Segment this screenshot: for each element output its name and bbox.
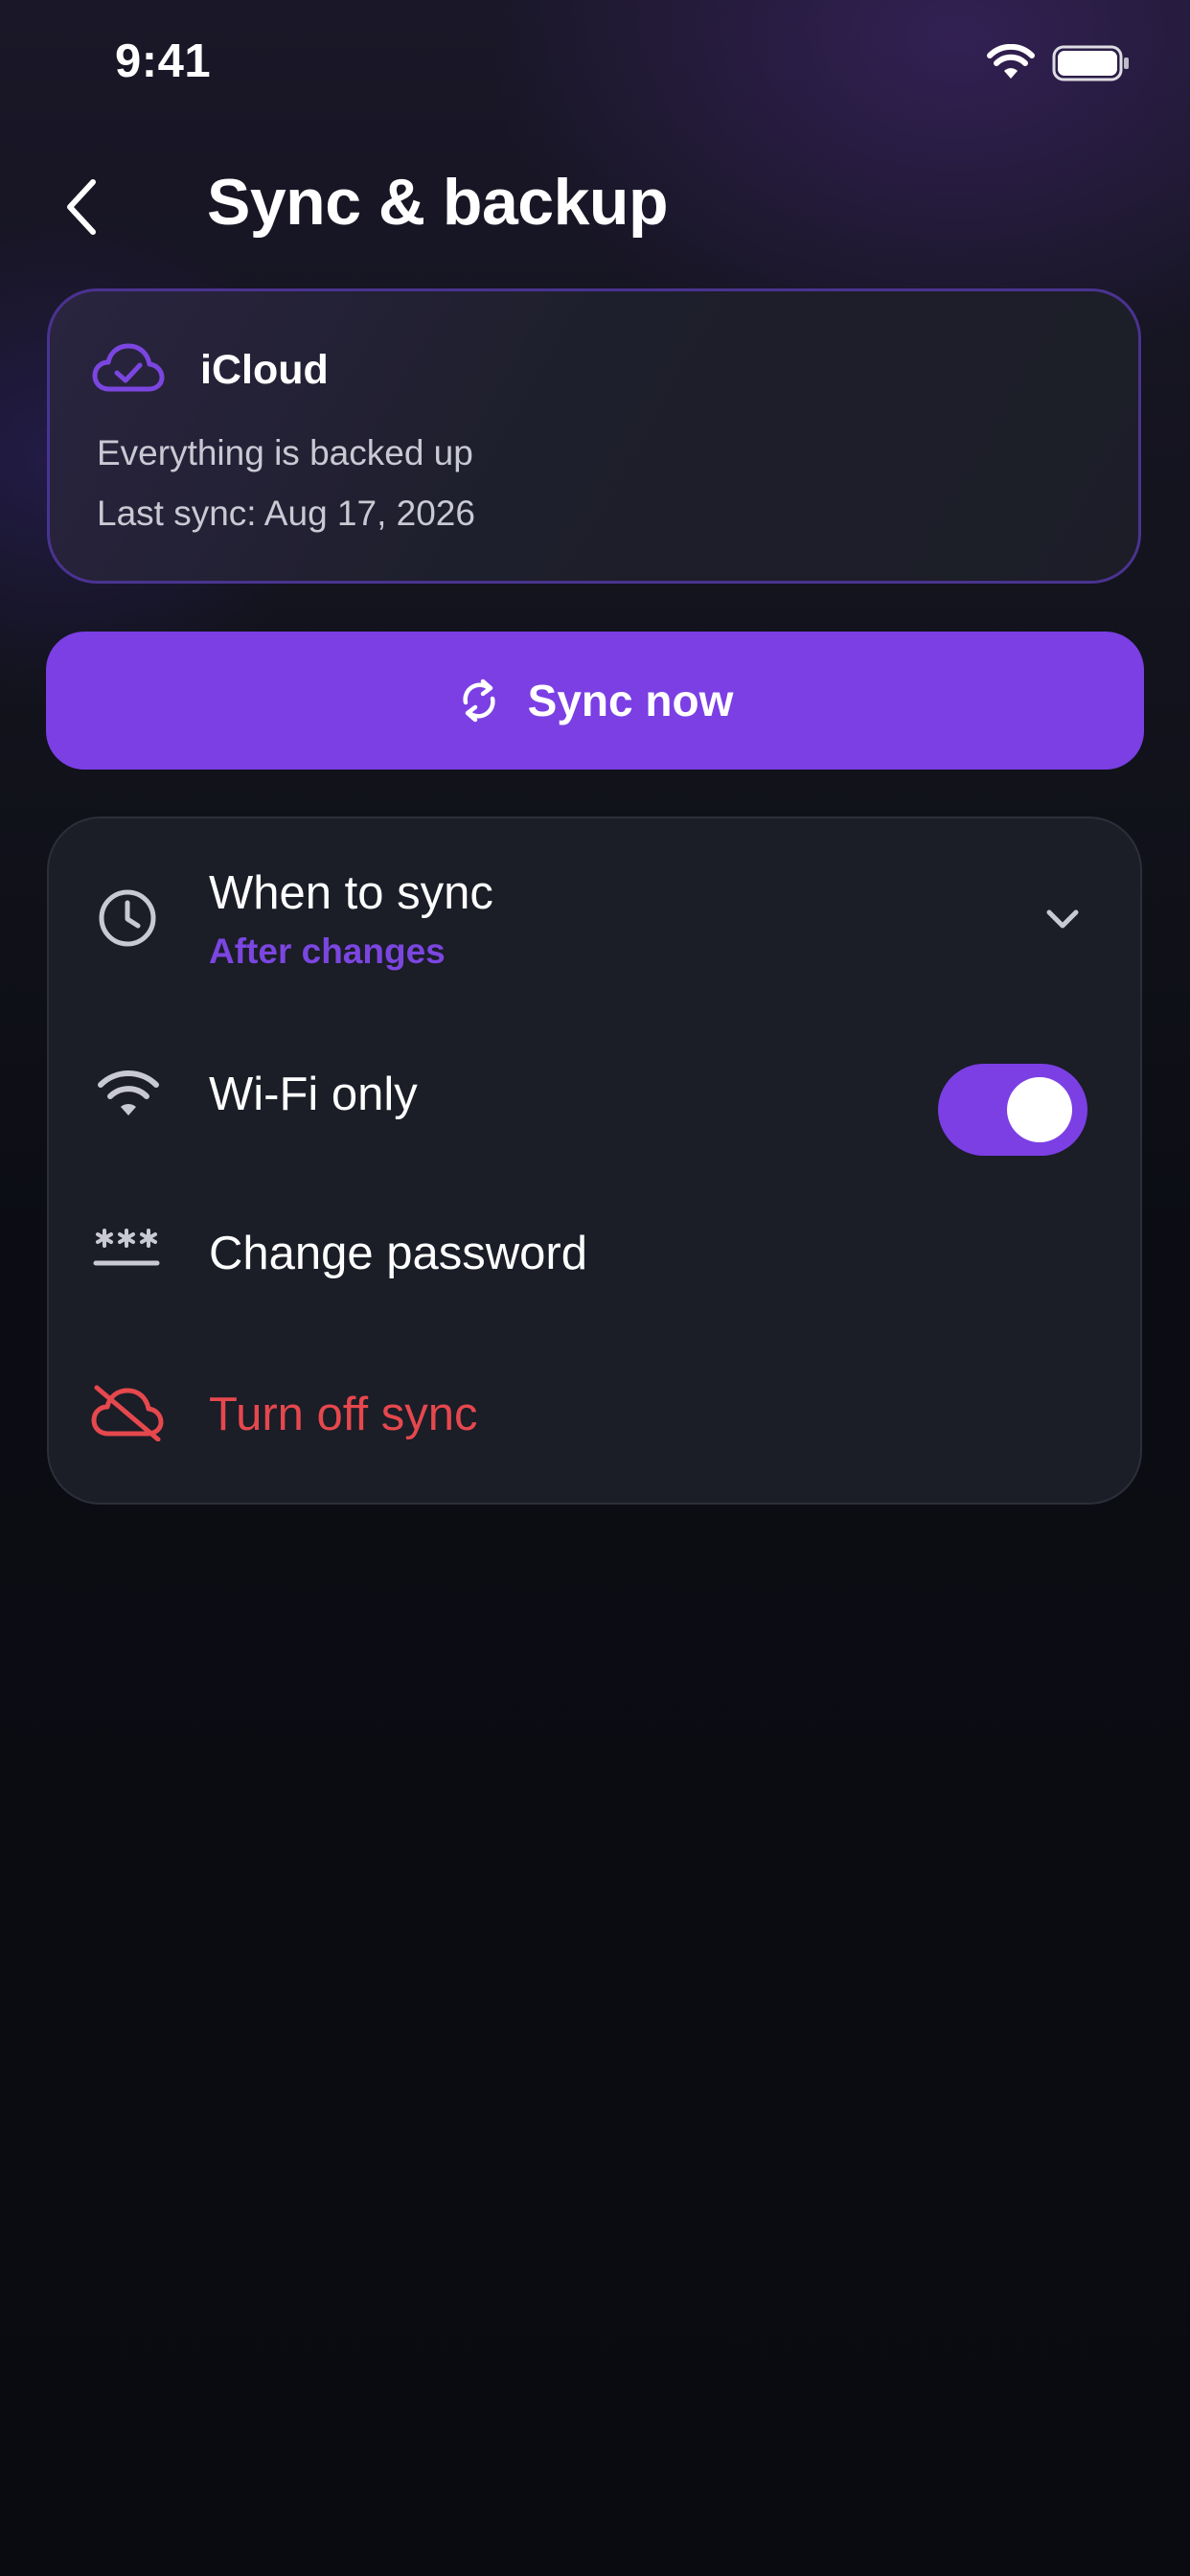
clock-icon [99,889,156,947]
status-bar: 9:41 [0,0,1190,125]
when-to-sync-title: When to sync [209,867,493,919]
change-password-row[interactable]: Change password [49,1183,1140,1326]
toggle-knob [1007,1077,1072,1142]
chevron-down-icon[interactable] [1043,905,1082,933]
sync-now-label: Sync now [527,676,734,725]
account-status: Everything is backed up [97,433,473,472]
page-title: Sync & backup [207,166,669,239]
wifi-only-row: Wi-Fi only [49,1022,1140,1165]
change-password-title: Change password [209,1228,587,1279]
account-card: iCloud Everything is backed up Last sync… [47,288,1141,584]
sync-backup-screen: 9:41 Sync & backup iCloud Everything is … [0,0,1190,2576]
password-icon [93,1229,160,1266]
wifi-only-title: Wi-Fi only [209,1069,418,1120]
sync-settings-card: When to sync After changes Wi-Fi only Ch… [47,816,1142,1505]
turn-off-sync-title: Turn off sync [209,1389,478,1440]
cloud-off-icon [91,1385,164,1441]
when-to-sync-value: After changes [209,932,446,971]
turn-off-sync-row[interactable]: Turn off sync [49,1344,1140,1487]
wifi-icon [98,1070,159,1116]
sync-now-button[interactable]: Sync now [46,632,1144,770]
last-sync-text: Last sync: Aug 17, 2026 [97,494,475,533]
wifi-signal-icon [987,44,1035,79]
wifi-only-toggle[interactable] [938,1064,1087,1156]
cloud-check-icon [92,343,165,392]
when-to-sync-row[interactable]: When to sync After changes [49,818,1140,1020]
battery-icon [1052,45,1129,81]
back-button[interactable] [48,168,115,246]
chevron-left-icon [67,179,96,235]
account-name: iCloud [200,347,329,393]
refresh-icon [463,678,495,723]
status-time: 9:41 [115,35,212,87]
